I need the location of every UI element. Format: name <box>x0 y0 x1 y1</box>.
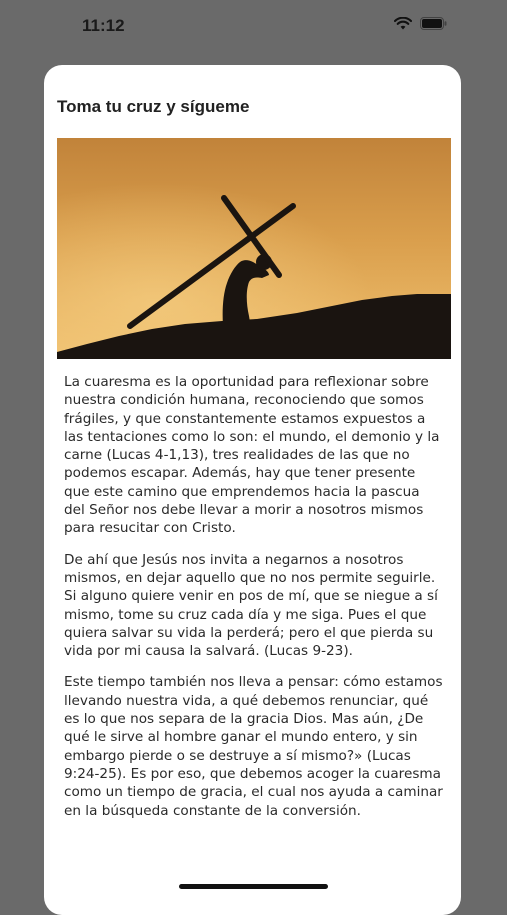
cross-silhouette-image <box>57 138 451 359</box>
page-title: Toma tu cruz y sígueme <box>57 97 250 116</box>
article-sheet: Toma tu cruz y sígueme La cuaresma es la… <box>44 65 461 915</box>
home-indicator[interactable] <box>179 884 328 889</box>
status-bar: 11:12 <box>0 0 507 52</box>
article-body: La cuaresma es la oportunidad para refle… <box>64 373 444 833</box>
battery-icon <box>420 17 447 35</box>
wifi-icon <box>393 16 413 35</box>
article-paragraph: Este tiempo también nos lleva a pensar: … <box>64 674 443 819</box>
status-time: 11:12 <box>82 16 125 35</box>
article-paragraph: De ahí que Jesús nos invita a negarnos a… <box>64 551 438 660</box>
article-paragraph: La cuaresma es la oportunidad para refle… <box>64 374 440 537</box>
status-icons <box>393 16 447 35</box>
